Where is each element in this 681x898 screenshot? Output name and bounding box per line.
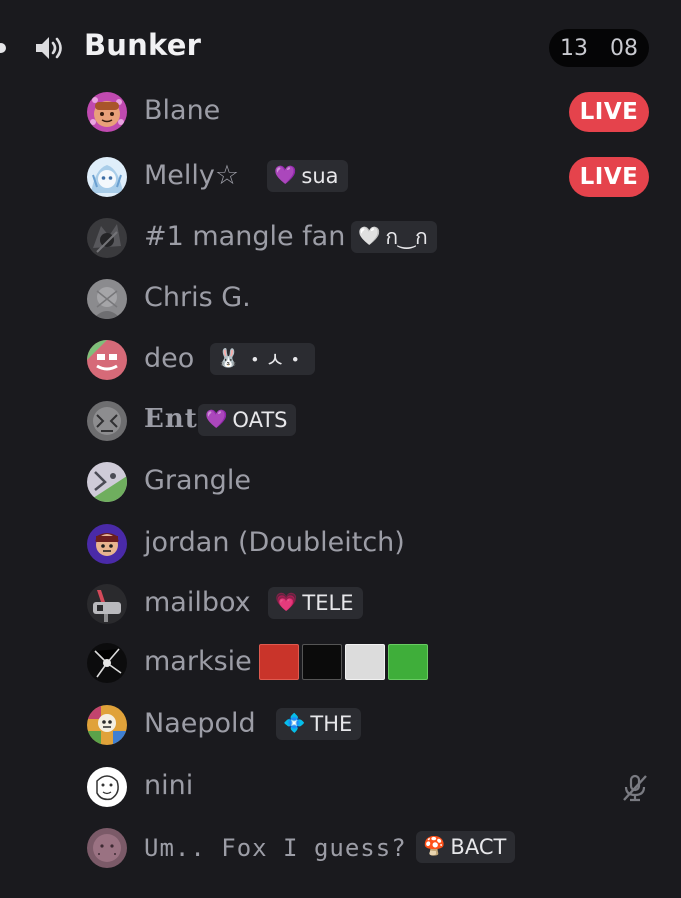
heart-icon: 💜 [205,409,228,430]
swatch-red [259,644,299,680]
voice-counter: 13 08 [549,29,649,67]
voice-user-ent[interactable]: Ent 💜 OATS [0,397,681,447]
swatch-black [302,644,342,680]
tag-text: sua [301,164,339,188]
voice-channel-bunker[interactable]: Bunker 13 08 [0,22,681,74]
user-tag: 💗 TELE [268,587,363,619]
mushroom-icon: 🍄 [423,836,446,857]
avatar [87,340,127,380]
avatar [87,767,127,807]
avatar [87,524,127,564]
avatar [87,218,127,258]
user-name: jordan (Doubleitch) [144,527,405,558]
bunny-icon: 🐰 [217,348,240,369]
avatar [87,92,127,132]
user-tag: 💠 THE [276,708,362,740]
voice-user-deo[interactable]: deo 🐰 ・ㅅ・ [0,336,681,386]
voice-user-grangle[interactable]: Grangle [0,458,681,508]
avatar [87,828,127,868]
counter-left: 13 [560,35,588,61]
live-badge[interactable]: LIVE [569,92,649,132]
avatar [87,643,127,683]
diamond-icon: 💠 [283,713,306,734]
user-name: Um.. Fox I guess? [144,834,407,862]
user-name: deo [144,343,195,374]
color-swatches [259,644,428,680]
heart-icon: 🤍 [358,226,381,247]
voice-user-nini[interactable]: nini [0,763,681,813]
swatch-green [388,644,428,680]
tag-text: OATS [232,408,288,432]
tag-text: TELE [302,591,354,615]
avatar [87,584,127,624]
voice-user-fox[interactable]: Um.. Fox I guess? 🍄 BACT [0,824,681,874]
user-name: Naepold [144,708,256,739]
voice-user-mangle-fan[interactable]: #1 mangle fan 🤍 ก‿ก [0,214,681,264]
user-name: Chris G. [144,282,251,313]
user-name: Blane [144,95,221,126]
user-name: Grangle [144,465,251,496]
avatar [87,157,127,197]
live-badge[interactable]: LIVE [569,157,649,197]
user-tag: 🍄 BACT [416,831,516,863]
user-tag: 💜 OATS [198,404,297,436]
user-name: #1 mangle fan [144,221,346,252]
heart-icon: 💗 [275,592,298,613]
user-name: Melly☆ [144,160,240,191]
counter-right: 08 [610,35,638,61]
heart-icon: 💜 [274,165,297,186]
user-name: marksie [144,646,252,677]
swatch-white [345,644,385,680]
avatar [87,401,127,441]
speaker-icon [36,37,62,59]
tag-text: ก‿ก [385,224,428,249]
avatar [87,705,127,745]
voice-user-chris-g[interactable]: Chris G. [0,275,681,325]
user-name: nini [144,770,194,801]
voice-user-marksie[interactable]: marksie [0,639,681,689]
user-tag: 🐰 ・ㅅ・ [210,343,315,375]
voice-user-blane[interactable]: Blane LIVE [0,88,681,138]
user-name: Ent [144,404,198,434]
voice-user-naepold[interactable]: Naepold 💠 THE [0,701,681,751]
channel-name: Bunker [84,28,202,62]
avatar [87,279,127,319]
user-tag: 🤍 ก‿ก [351,221,437,253]
microphone-muted-icon[interactable] [620,773,650,803]
avatar [87,462,127,502]
tag-text: THE [310,712,353,736]
tag-text: ・ㅅ・ [244,348,306,372]
voice-user-jordan[interactable]: jordan (Doubleitch) [0,520,681,570]
user-tag: 💜 sua [267,160,348,192]
voice-user-mailbox[interactable]: mailbox 💗 TELE [0,580,681,630]
voice-user-melly[interactable]: Melly☆ 💜 sua LIVE [0,153,681,203]
unread-indicator [0,43,6,53]
user-name: mailbox [144,587,251,618]
tag-text: BACT [450,835,507,859]
